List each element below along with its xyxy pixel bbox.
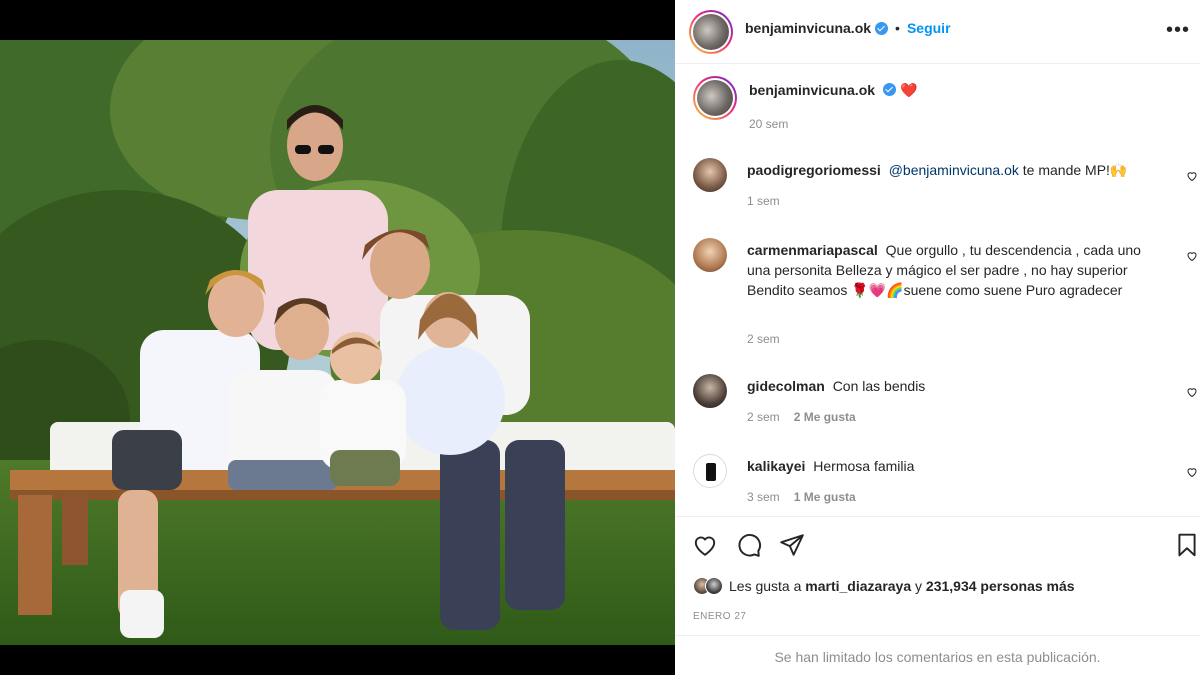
- comment-text: Con las bendis: [832, 378, 926, 394]
- post-header: benjaminvicuna.ok • Seguir •••: [675, 0, 1200, 64]
- follow-button[interactable]: Seguir: [907, 20, 951, 36]
- share-paper-plane-icon[interactable]: [779, 532, 805, 558]
- verified-badge-icon: [875, 21, 889, 35]
- instagram-post-view: benjaminvicuna.ok • Seguir ••• benjaminv…: [0, 0, 1200, 675]
- post-actions-section: Les gusta a marti_diazaraya y 231,934 pe…: [675, 516, 1200, 675]
- caption-username[interactable]: benjaminvicuna.ok: [749, 82, 875, 98]
- likes-summary: Les gusta a marti_diazaraya y 231,934 pe…: [693, 577, 1075, 595]
- comment-body: kalikayei Hermosa familia: [747, 456, 1167, 476]
- family-photo-image: [0, 40, 675, 645]
- comment-likes-count[interactable]: 1 Me gusta: [794, 490, 856, 504]
- comment-text: te mande MP!🙌: [1018, 162, 1128, 178]
- comment-time[interactable]: 1 sem: [747, 194, 780, 208]
- commenter-username[interactable]: gidecolman: [747, 378, 825, 394]
- commenter-avatar[interactable]: [693, 238, 727, 272]
- comment-text: Hermosa familia: [813, 458, 915, 474]
- header-user-row: benjaminvicuna.ok • Seguir: [745, 20, 951, 36]
- commenter-avatar[interactable]: [693, 454, 727, 488]
- like-heart-icon[interactable]: [692, 532, 718, 558]
- photo-area: [0, 0, 675, 675]
- post-side-panel: benjaminvicuna.ok • Seguir ••• benjaminv…: [675, 0, 1200, 675]
- commenter-avatar[interactable]: [693, 374, 727, 408]
- post-photo[interactable]: [0, 40, 675, 645]
- like-comment-heart-icon[interactable]: [1186, 466, 1198, 478]
- caption-time[interactable]: 20 sem: [749, 117, 788, 131]
- likes-prefix: Les gusta a: [729, 578, 802, 594]
- author-avatar[interactable]: [689, 10, 733, 54]
- commenter-username[interactable]: paodigregoriomessi: [747, 162, 881, 178]
- comment-time[interactable]: 3 sem: [747, 490, 780, 504]
- comment-likes-count[interactable]: 2 Me gusta: [794, 410, 856, 424]
- comment-body: gidecolman Con las bendis: [747, 376, 1167, 396]
- liker-avatar[interactable]: [705, 577, 723, 595]
- comment-mention-link[interactable]: @benjaminvicuna.ok: [889, 162, 1019, 178]
- comment-meta: 2 sem 2 Me gusta: [747, 410, 856, 424]
- comment-time[interactable]: 2 sem: [747, 332, 780, 346]
- comment-body: paodigregoriomessi @benjaminvicuna.ok te…: [747, 160, 1167, 180]
- author-username[interactable]: benjaminvicuna.ok: [745, 20, 871, 36]
- likes-middle: y: [915, 578, 923, 594]
- more-options-icon[interactable]: •••: [1166, 20, 1190, 40]
- caption-text: ❤️: [899, 82, 918, 98]
- post-date[interactable]: ENERO 27: [693, 611, 746, 622]
- comment-body: carmenmariapascal Que orgullo , tu desce…: [747, 240, 1167, 300]
- comment-bubble-icon[interactable]: [736, 532, 762, 558]
- save-bookmark-icon[interactable]: [1174, 532, 1200, 558]
- verified-badge-icon: [883, 83, 897, 96]
- like-comment-heart-icon[interactable]: [1186, 386, 1198, 398]
- like-comment-heart-icon[interactable]: [1186, 170, 1198, 182]
- comment-meta: 3 sem 1 Me gusta: [747, 490, 856, 504]
- liker-username[interactable]: marti_diazaraya: [805, 578, 911, 594]
- commenter-username[interactable]: kalikayei: [747, 458, 805, 474]
- commenter-username[interactable]: carmenmariapascal: [747, 242, 878, 258]
- likes-text: Les gusta a marti_diazaraya y 231,934 pe…: [729, 578, 1075, 594]
- comments-limited-notice: Se han limitado los comentarios en esta …: [675, 635, 1200, 675]
- separator-dot: •: [895, 20, 900, 36]
- comments-list: benjaminvicuna.ok ❤️ 20 sem paodigregori…: [675, 64, 1200, 516]
- commenter-avatar[interactable]: [693, 158, 727, 192]
- caption-body: benjaminvicuna.ok ❤️: [749, 80, 1169, 100]
- like-comment-heart-icon[interactable]: [1186, 250, 1198, 262]
- caption-author-avatar[interactable]: [693, 76, 737, 120]
- comment-time[interactable]: 2 sem: [747, 410, 780, 424]
- likes-count[interactable]: 231,934 personas más: [926, 578, 1075, 594]
